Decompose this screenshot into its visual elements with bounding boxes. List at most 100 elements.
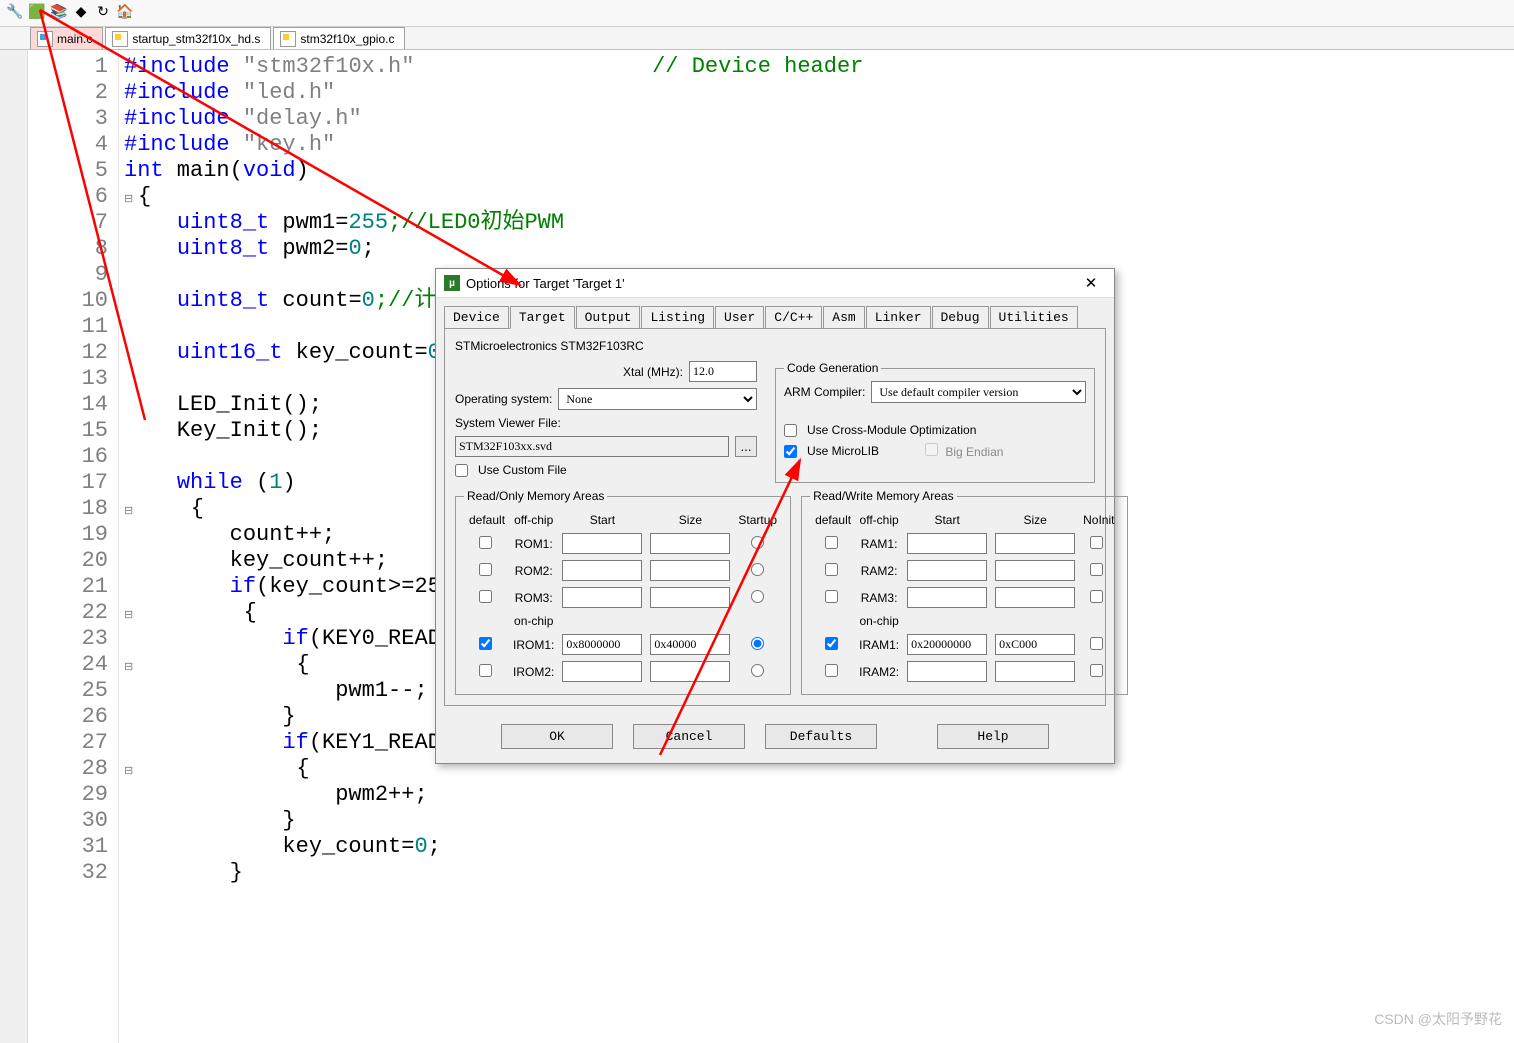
os-select[interactable]: None (558, 388, 757, 410)
irom1-label: IROM1: (510, 632, 557, 657)
ram1-noinit[interactable] (1090, 536, 1103, 549)
cancel-button[interactable]: Cancel (633, 724, 745, 749)
rom3-size[interactable] (650, 587, 730, 608)
onchip-label: on-chip (856, 612, 902, 630)
iram2-default[interactable] (825, 664, 838, 677)
ram2-default[interactable] (825, 563, 838, 576)
tab-label: stm32f10x_gpio.c (300, 32, 394, 46)
dialog-tab-linker[interactable]: Linker (866, 306, 931, 328)
ram2-noinit[interactable] (1090, 563, 1103, 576)
custom-file-label: Use Custom File (478, 463, 567, 477)
rom-legend: Read/Only Memory Areas (464, 489, 607, 503)
iram1-noinit[interactable] (1090, 637, 1103, 650)
xtal-input[interactable] (689, 361, 757, 382)
rom1-default[interactable] (479, 536, 492, 549)
options-dialog: µ Options for Target 'Target 1' ✕ Device… (435, 268, 1115, 764)
codegen-fieldset: Code Generation ARM Compiler:Use default… (775, 361, 1095, 483)
tree-icon[interactable]: 🟩 (28, 2, 46, 20)
rom1-startup[interactable] (751, 536, 764, 549)
rom2-startup[interactable] (751, 563, 764, 576)
defaults-button[interactable]: Defaults (765, 724, 877, 749)
microlib-label: Use MicroLIB (807, 444, 879, 458)
iram2-start[interactable] (907, 661, 987, 682)
rom3-startup[interactable] (751, 590, 764, 603)
home-icon[interactable]: 🏠 (116, 2, 134, 20)
dialog-tab-target[interactable]: Target (510, 306, 575, 329)
iram2-size[interactable] (995, 661, 1075, 682)
irom2-size[interactable] (650, 661, 730, 682)
irom2-start[interactable] (562, 661, 642, 682)
ram1-default[interactable] (825, 536, 838, 549)
dialog-tab-debug[interactable]: Debug (932, 306, 989, 328)
irom2-startup[interactable] (751, 664, 764, 677)
tab-startup-s[interactable]: startup_stm32f10x_hd.s (105, 27, 271, 49)
line-gutter: 1234567891011121314151617181920212223242… (28, 50, 119, 1043)
ram2-label: RAM2: (856, 558, 902, 583)
dialog-tab-asm[interactable]: Asm (823, 306, 864, 328)
diamond-icon[interactable]: ◆ (72, 2, 90, 20)
rom3-default[interactable] (479, 590, 492, 603)
help-button[interactable]: Help (937, 724, 1049, 749)
iram2-label: IRAM2: (856, 659, 902, 684)
rom2-default[interactable] (479, 563, 492, 576)
rom2-size[interactable] (650, 560, 730, 581)
xtal-label: Xtal (MHz): (623, 365, 683, 379)
refresh-icon[interactable]: ↻ (94, 2, 112, 20)
tool-icon[interactable]: 🔧 (6, 2, 24, 20)
rom1-start[interactable] (562, 533, 642, 554)
dialog-tab-output[interactable]: Output (576, 306, 641, 328)
irom1-startup[interactable] (751, 637, 764, 650)
ram3-noinit[interactable] (1090, 590, 1103, 603)
svf-browse-button[interactable]: ... (735, 436, 757, 457)
iram1-start[interactable] (907, 634, 987, 655)
books-icon[interactable]: 📚 (50, 2, 68, 20)
col-startup: Startup (735, 511, 780, 529)
iram2-noinit[interactable] (1090, 664, 1103, 677)
app-icon: µ (444, 275, 460, 291)
rom3-start[interactable] (562, 587, 642, 608)
s-file-icon (112, 31, 128, 47)
close-icon[interactable]: ✕ (1076, 274, 1106, 292)
dialog-tab-user[interactable]: User (715, 306, 764, 328)
microlib-checkbox[interactable] (784, 445, 797, 458)
irom1-start[interactable] (562, 634, 642, 655)
ram2-start[interactable] (907, 560, 987, 581)
custom-file-checkbox[interactable] (455, 464, 468, 477)
rom2-start[interactable] (562, 560, 642, 581)
rom1-label: ROM1: (510, 531, 557, 556)
iram1-size[interactable] (995, 634, 1075, 655)
svf-input (455, 436, 729, 457)
crossmod-checkbox[interactable] (784, 424, 797, 437)
ram1-size[interactable] (995, 533, 1075, 554)
irom1-default[interactable] (479, 637, 492, 650)
tab-gpio-c[interactable]: stm32f10x_gpio.c (273, 27, 405, 49)
dialog-tab-listing[interactable]: Listing (641, 306, 714, 328)
tab-main-c[interactable]: main.c (30, 27, 103, 49)
ram2-size[interactable] (995, 560, 1075, 581)
irom2-default[interactable] (479, 664, 492, 677)
ok-button[interactable]: OK (501, 724, 613, 749)
onchip-label: on-chip (510, 612, 557, 630)
col-noinit: NoInit (1080, 511, 1117, 529)
rom1-size[interactable] (650, 533, 730, 554)
dialog-tab-utilities[interactable]: Utilities (990, 306, 1078, 328)
col-size: Size (647, 511, 733, 529)
c-file-icon (280, 31, 296, 47)
ram3-default[interactable] (825, 590, 838, 603)
ram-table: default off-chip Start Size NoInit RAM1:… (810, 509, 1119, 686)
svf-label: System Viewer File: (455, 416, 561, 430)
irom1-size[interactable] (650, 634, 730, 655)
bigendian-checkbox (925, 443, 938, 456)
dialog-tab-c/c++[interactable]: C/C++ (765, 306, 822, 328)
iram1-default[interactable] (825, 637, 838, 650)
dialog-buttons: OK Cancel Defaults Help (436, 714, 1114, 763)
dialog-tab-device[interactable]: Device (444, 306, 509, 328)
ram1-start[interactable] (907, 533, 987, 554)
dialog-titlebar[interactable]: µ Options for Target 'Target 1' ✕ (436, 269, 1114, 298)
ram3-size[interactable] (995, 587, 1075, 608)
arm-compiler-select[interactable]: Use default compiler version (871, 381, 1086, 403)
col-offchip: off-chip (856, 511, 902, 529)
breakpoint-margin[interactable] (0, 50, 28, 1043)
ram3-start[interactable] (907, 587, 987, 608)
ram3-label: RAM3: (856, 585, 902, 610)
